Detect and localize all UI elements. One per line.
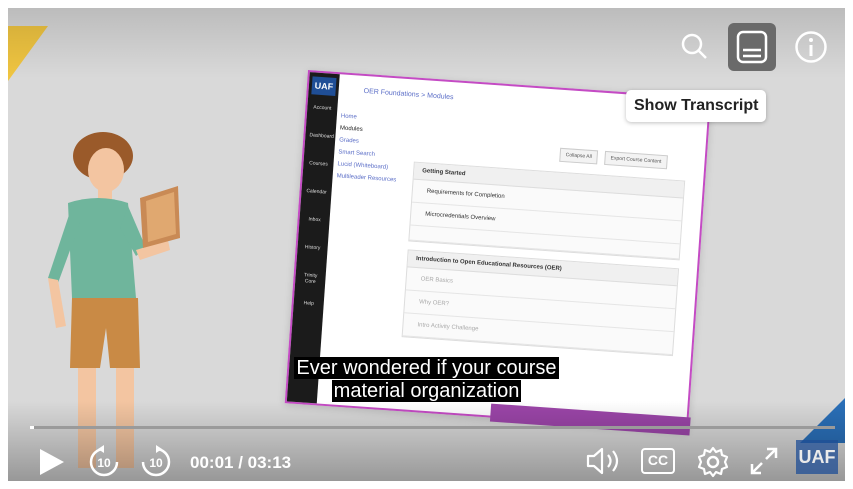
- lms-nav-account: Account: [313, 104, 332, 112]
- svg-text:10: 10: [97, 456, 111, 470]
- captions-button[interactable]: CC: [641, 448, 675, 474]
- forward-10-icon: 10: [141, 445, 171, 477]
- lms-breadcrumb: OER Foundations > Modules: [363, 87, 454, 102]
- lms-global-nav: UAF Account Dashboard Courses Calendar I…: [286, 72, 340, 404]
- lms-logo: UAF: [311, 76, 337, 96]
- progress-bar[interactable]: [30, 426, 835, 429]
- top-gradient: [8, 8, 845, 78]
- lms-nav-help: Help: [303, 300, 315, 307]
- time-display: 00:01 / 03:13: [190, 453, 292, 472]
- transcript-tooltip: Show Transcript: [626, 90, 767, 122]
- video-player[interactable]: UAF Account Dashboard Courses Calendar I…: [8, 8, 845, 481]
- caption-line-1: Ever wondered if your course: [8, 357, 845, 380]
- lms-nav-inbox: Inbox: [308, 216, 321, 224]
- lms-nav-courses: Courses: [308, 160, 328, 168]
- transcript-icon: [736, 30, 768, 64]
- info-icon[interactable]: [792, 28, 830, 66]
- gear-icon: [697, 446, 729, 478]
- progress-fill: [30, 426, 35, 429]
- volume-icon: [586, 447, 619, 475]
- lms-collapse-all-button: Collapse All: [559, 147, 599, 165]
- lms-nav-trinity: Trinity Core: [303, 272, 318, 286]
- caption-text-1: Ever wondered if your course: [294, 357, 559, 379]
- lms-module-getting-started: Getting Started Requirements for Complet…: [408, 161, 686, 261]
- skip-forward-button[interactable]: 10: [138, 444, 174, 481]
- svg-text:10: 10: [149, 456, 163, 470]
- play-button[interactable]: [34, 445, 68, 481]
- lms-course-menu: Home Modules Grades Smart Search Lucid (…: [336, 110, 401, 186]
- rewind-10-icon: 10: [89, 445, 119, 477]
- expand-icon: [750, 447, 778, 475]
- fullscreen-button[interactable]: [748, 445, 780, 481]
- lms-export-button: Export Course Content: [604, 150, 668, 170]
- lms-nav-dashboard: Dashboard: [309, 132, 335, 140]
- search-icon[interactable]: [676, 28, 712, 64]
- volume-button[interactable]: [584, 446, 624, 481]
- uaf-logo: UAF: [796, 440, 838, 474]
- caption-text-2: material organization: [331, 380, 522, 402]
- lms-nav-calendar: Calendar: [306, 188, 327, 196]
- caption-line-2: material organization: [8, 380, 845, 403]
- lms-module-intro-oer: Introduction to Open Educational Resourc…: [401, 249, 680, 357]
- play-icon: [40, 449, 64, 475]
- skip-back-button[interactable]: 10: [86, 444, 122, 481]
- lms-nav-history: History: [304, 244, 321, 252]
- settings-button[interactable]: [696, 445, 730, 481]
- show-transcript-button[interactable]: [728, 23, 776, 71]
